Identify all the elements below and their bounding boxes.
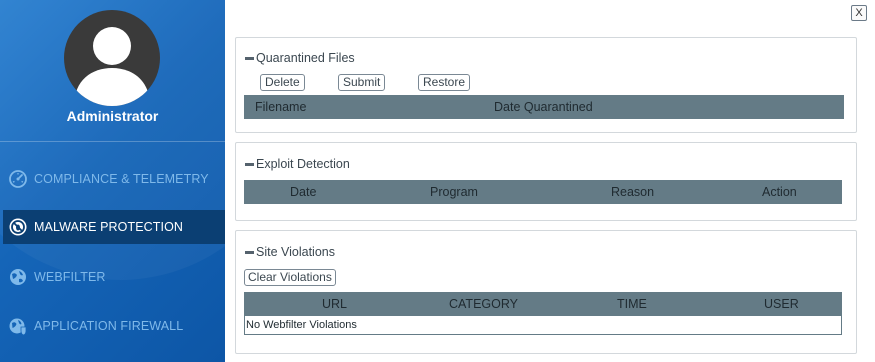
site-violations-table-body: No Webfilter Violations xyxy=(244,316,842,335)
site-violations-panel: Site Violations Clear Violations URL CAT… xyxy=(235,230,857,354)
column-header[interactable]: URL xyxy=(322,297,347,311)
panel-title: Site Violations xyxy=(256,245,335,259)
column-header[interactable]: Reason xyxy=(611,185,654,199)
column-header[interactable]: Date xyxy=(290,185,316,199)
sidebar-item-label: WEBFILTER xyxy=(34,270,106,284)
sidebar-item-application-firewall[interactable]: APPLICATION FIREWALL xyxy=(0,309,225,343)
empty-message: No Webfilter Violations xyxy=(246,319,357,331)
collapse-icon xyxy=(245,162,254,166)
sidebar: Administrator COMPLIANCE & TELEMETRY MAL… xyxy=(0,0,225,362)
globe-shield-icon xyxy=(8,316,28,336)
delete-button[interactable]: Delete xyxy=(260,74,305,91)
column-header[interactable]: Action xyxy=(762,185,797,199)
column-header[interactable]: Filename xyxy=(255,100,306,114)
column-header[interactable]: CATEGORY xyxy=(449,297,518,311)
sidebar-divider xyxy=(0,141,225,142)
site-violations-header[interactable]: Site Violations xyxy=(245,245,335,259)
sidebar-item-malware-protection[interactable]: MALWARE PROTECTION xyxy=(3,210,225,244)
quarantined-table-header: Filename Date Quarantined xyxy=(244,95,844,119)
sidebar-item-label: MALWARE PROTECTION xyxy=(34,220,184,234)
exploit-detection-header[interactable]: Exploit Detection xyxy=(245,157,350,171)
close-button[interactable]: X xyxy=(851,5,867,21)
site-violations-table-header: URL CATEGORY TIME USER xyxy=(244,292,842,316)
restore-button[interactable]: Restore xyxy=(418,74,471,91)
no-bug-icon xyxy=(8,217,28,237)
column-header[interactable]: Date Quarantined xyxy=(494,100,593,114)
panel-title: Exploit Detection xyxy=(256,157,350,171)
user-silhouette-icon xyxy=(74,27,150,106)
clear-violations-button[interactable]: Clear Violations xyxy=(244,269,336,286)
column-header[interactable]: USER xyxy=(764,297,799,311)
sidebar-item-webfilter[interactable]: WEBFILTER xyxy=(0,260,225,294)
avatar xyxy=(64,10,160,106)
collapse-icon xyxy=(245,56,254,60)
column-header[interactable]: TIME xyxy=(617,297,647,311)
quarantined-files-panel: Quarantined Files Delete Submit Restore … xyxy=(235,37,857,133)
exploit-detection-panel: Exploit Detection Date Program Reason Ac… xyxy=(235,142,857,221)
user-name: Administrator xyxy=(66,108,159,124)
globe-icon xyxy=(8,267,28,287)
exploit-table-header: Date Program Reason Action xyxy=(244,180,842,204)
speedometer-icon xyxy=(8,169,28,189)
sidebar-item-label: COMPLIANCE & TELEMETRY xyxy=(34,172,209,186)
submit-button[interactable]: Submit xyxy=(338,74,386,91)
column-header[interactable]: Program xyxy=(430,185,478,199)
main-content: X Quarantined Files Delete Submit Restor… xyxy=(225,0,875,362)
collapse-icon xyxy=(245,250,254,254)
panel-title: Quarantined Files xyxy=(256,51,355,65)
quarantined-files-header[interactable]: Quarantined Files xyxy=(245,51,355,65)
sidebar-item-label: APPLICATION FIREWALL xyxy=(34,319,184,333)
sidebar-item-compliance-telemetry[interactable]: COMPLIANCE & TELEMETRY xyxy=(0,162,225,196)
